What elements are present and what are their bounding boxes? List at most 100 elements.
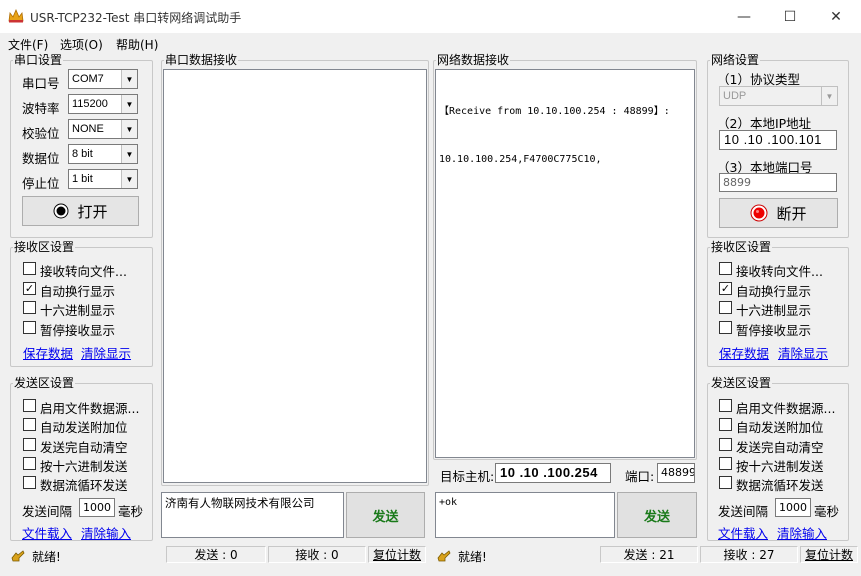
chevron-down-icon: ▼ [121,170,137,188]
right-pause-display-label: 暂停接收显示 [736,323,812,338]
right-received-count: 接收 : 27 [700,546,798,563]
left-clear-input-link[interactable]: 清除输入 [81,523,131,542]
stop-bits-select[interactable]: 1 bit ▼ [68,169,138,189]
network-send-input[interactable]: +ok [435,492,615,538]
right-send-option-checkbox[interactable] [719,438,732,451]
data-bits-label: 数据位 [22,151,60,166]
maximize-button[interactable]: ☐ [767,0,813,33]
left-interval-input[interactable]: 1000 [79,498,115,517]
left-reset-count-button[interactable]: 复位计数 [368,546,426,563]
right-hex-display-label: 十六进制显示 [736,303,812,318]
right-recv-option-checkbox[interactable] [719,301,732,314]
left-recv-option-checkbox[interactable] [23,262,36,275]
left-status-hand-icon [11,550,25,562]
left-recv-option-checkbox[interactable] [23,321,36,334]
left-send-option-checkbox[interactable] [23,418,36,431]
left-hex-display-label: 十六进制显示 [40,303,116,318]
right-recv-option-checkbox[interactable] [719,321,732,334]
window-title: USR-TCP232-Test 串口转网络调试助手 [30,11,242,25]
left-recv-option-checkbox[interactable]: ✓ [23,282,36,295]
port-closed-indicator-icon [53,203,69,219]
right-send-option-checkbox[interactable] [719,476,732,489]
right-hex-send-label: 按十六进制发送 [736,459,824,474]
right-file-source-label: 启用文件数据源... [736,401,836,416]
serial-receive-area[interactable] [163,69,427,483]
disconnect-button[interactable]: 断开 [719,198,838,228]
left-load-file-link[interactable]: 文件载入 [22,523,72,542]
stop-bits-value: 1 bit [72,173,93,185]
left-send-option-checkbox[interactable] [23,438,36,451]
network-receive-title: 网络数据接收 [436,53,511,67]
protocol-select[interactable]: UDP ▼ [719,86,838,106]
port-value: COM7 [72,73,104,85]
serial-settings-title: 串口设置 [13,53,64,67]
left-clear-display-link[interactable]: 清除显示 [81,343,131,362]
baud-select[interactable]: 115200 ▼ [68,94,138,114]
parity-select[interactable]: NONE ▼ [68,119,138,139]
minimize-button[interactable]: — [721,0,767,33]
left-interval-label: 发送间隔 [22,504,73,519]
right-send-option-checkbox[interactable] [719,457,732,470]
right-loop-send-label: 数据流循环发送 [736,478,824,493]
local-ip-input[interactable]: 10 .10 .100.101 [719,130,837,150]
local-port-input[interactable]: 8899 [719,173,837,192]
right-status-hand-icon [437,550,451,562]
right-recv-to-file-label: 接收转向文件... [736,264,823,279]
left-interval-unit: 毫秒 [118,504,144,519]
chevron-down-icon: ▼ [821,87,837,105]
right-clear-input-link[interactable]: 清除输入 [777,523,827,542]
app-crown-icon [8,9,24,23]
left-receive-settings-title: 接收区设置 [13,240,76,254]
left-send-option-checkbox[interactable] [23,476,36,489]
disconnect-label: 断开 [776,204,807,223]
left-send-option-checkbox[interactable] [23,399,36,412]
menu-help[interactable]: 帮助(H) [116,36,158,53]
right-interval-input[interactable]: 1000 [775,498,811,517]
left-auto-clear-label: 发送完自动清空 [40,440,128,455]
network-receive-area[interactable]: 【Receive from 10.10.100.254 : 48899】: 10… [435,69,695,458]
left-save-data-link[interactable]: 保存数据 [23,343,73,362]
right-status-ready: 就绪! [458,550,487,564]
network-send-button[interactable]: 发送 [617,492,697,538]
chevron-down-icon: ▼ [121,70,137,88]
target-host-input[interactable]: 10 .10 .100.254 [495,463,611,483]
left-recv-to-file-label: 接收转向文件... [40,264,127,279]
right-sent-count: 发送 : 21 [600,546,698,563]
left-received-count: 接收 : 0 [268,546,366,563]
chevron-down-icon: ▼ [121,120,137,138]
serial-receive-title: 串口数据接收 [164,53,239,67]
data-bits-select[interactable]: 8 bit ▼ [68,144,138,164]
serial-send-input[interactable]: 济南有人物联网技术有限公司 [161,492,344,538]
right-send-option-checkbox[interactable] [719,418,732,431]
right-send-option-checkbox[interactable] [719,399,732,412]
right-recv-option-checkbox[interactable] [719,262,732,275]
right-append-bit-label: 自动发送附加位 [736,420,824,435]
right-auto-clear-label: 发送完自动清空 [736,440,824,455]
left-auto-wrap-label: 自动换行显示 [40,284,116,299]
baud-label: 波特率 [22,101,60,116]
left-send-option-checkbox[interactable] [23,457,36,470]
open-port-button[interactable]: 打开 [22,196,139,226]
right-recv-option-checkbox[interactable]: ✓ [719,282,732,295]
left-status-ready: 就绪! [32,550,61,564]
right-auto-wrap-label: 自动换行显示 [736,284,812,299]
menu-file[interactable]: 文件(F) [8,36,48,53]
menu-options[interactable]: 选项(O) [60,36,103,53]
close-button[interactable]: ✕ [813,0,859,33]
chevron-down-icon: ▼ [121,145,137,163]
left-hex-send-label: 按十六进制发送 [40,459,128,474]
connected-indicator-icon [750,204,768,222]
right-interval-label: 发送间隔 [718,504,769,519]
parity-value: NONE [72,123,104,135]
port-select[interactable]: COM7 ▼ [68,69,138,89]
right-receive-settings-title: 接收区设置 [710,240,773,254]
serial-send-button[interactable]: 发送 [346,492,425,538]
target-port-input[interactable]: 48899 [657,463,695,483]
right-save-data-link[interactable]: 保存数据 [719,343,769,362]
right-clear-display-link[interactable]: 清除显示 [778,343,828,362]
left-send-settings-title: 发送区设置 [13,376,76,390]
right-reset-count-button[interactable]: 复位计数 [800,546,858,563]
right-load-file-link[interactable]: 文件载入 [718,523,768,542]
left-sent-count: 发送 : 0 [166,546,266,563]
left-recv-option-checkbox[interactable] [23,301,36,314]
